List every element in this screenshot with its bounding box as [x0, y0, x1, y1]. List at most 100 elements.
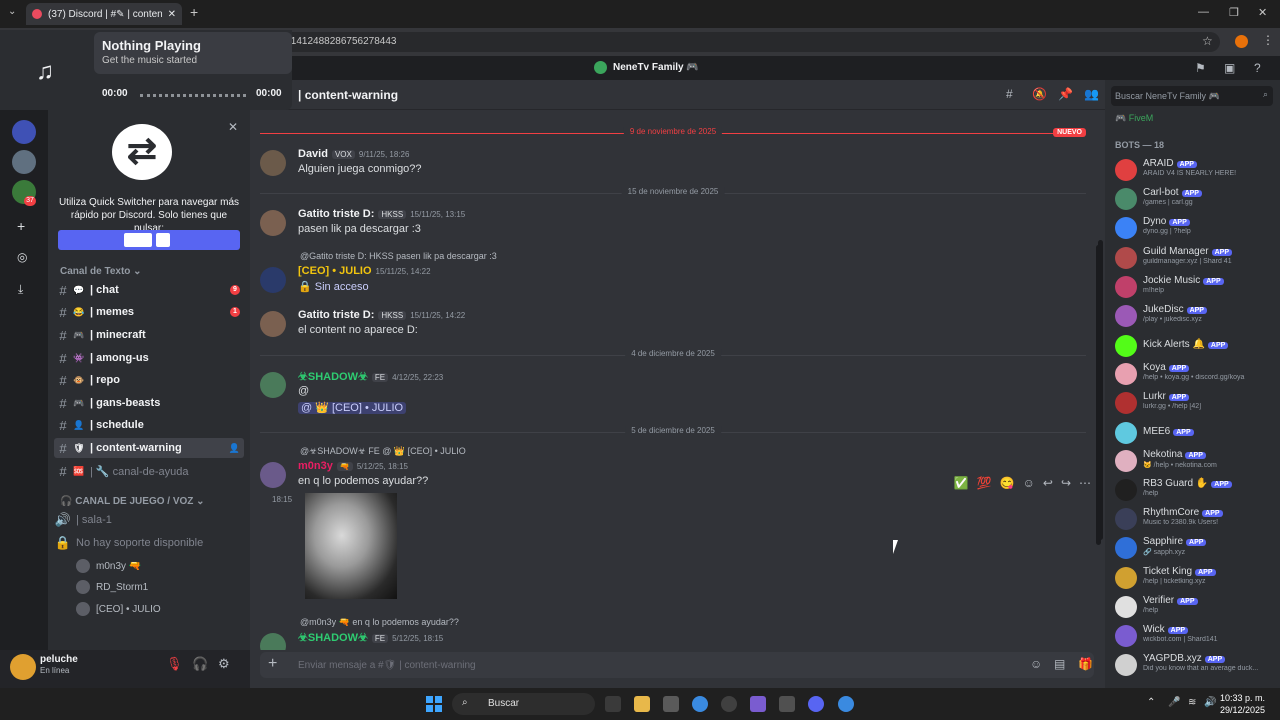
- avatar[interactable]: [260, 267, 286, 293]
- avatar[interactable]: [1115, 508, 1137, 530]
- minimize-icon[interactable]: —: [1198, 6, 1209, 18]
- mic-icon[interactable]: 🎤: [1168, 697, 1180, 708]
- avatar[interactable]: [260, 150, 286, 176]
- tab-menu-icon[interactable]: ⌄: [8, 6, 16, 17]
- image-attachment[interactable]: [305, 493, 397, 599]
- channel-content-warning[interactable]: # 🛡 | content-warning 👤: [54, 438, 244, 458]
- pin-icon[interactable]: 📌: [1058, 87, 1073, 101]
- avatar[interactable]: [1115, 654, 1137, 676]
- settings-gear-icon[interactable]: ⚙: [218, 656, 230, 672]
- author-name[interactable]: m0n3y: [298, 460, 333, 472]
- discover-icon[interactable]: ◎: [17, 250, 27, 264]
- author-name[interactable]: David: [298, 148, 328, 160]
- text-category[interactable]: Canal de Texto ⌄: [60, 266, 142, 277]
- author-name[interactable]: Gatito triste D:: [298, 208, 374, 220]
- reply-preview[interactable]: @Gatito triste D: HKSS pasen lik pa desc…: [300, 251, 497, 261]
- wifi-icon[interactable]: ≋: [1188, 697, 1196, 708]
- inbox-flag-icon[interactable]: ⚑: [1195, 61, 1206, 75]
- voice-user[interactable]: RD_Storm1: [76, 580, 148, 594]
- threads-icon[interactable]: #: [1006, 87, 1013, 101]
- channel-schedule[interactable]: # 👤 | schedule: [54, 415, 244, 435]
- avatar[interactable]: [1115, 596, 1137, 618]
- bot-member[interactable]: Jockie Music APP m!help: [1113, 274, 1278, 300]
- bot-member[interactable]: Carl-bot APP/games | carl.gg: [1113, 186, 1278, 212]
- channel-canal-de-ayuda[interactable]: # 🆘 | 🔧 canal-de-ayuda: [54, 461, 244, 481]
- author-name[interactable]: Gatito triste D:: [298, 309, 374, 321]
- reply-preview[interactable]: @m0n3y 🔫 en q lo podemos ayudar??: [300, 617, 459, 628]
- reply-preview[interactable]: @☣SHADOW☣ FE @ 👑 [CEO] • JULIO: [300, 446, 466, 457]
- download-icon[interactable]: ⤓: [18, 282, 23, 297]
- avatar[interactable]: [260, 311, 286, 337]
- bot-member[interactable]: RhythmCore APP Music to 2380.9k Users!: [1113, 506, 1278, 532]
- sticker-icon[interactable]: ☺: [1030, 657, 1042, 671]
- close-tab-icon[interactable]: ✕: [168, 9, 176, 20]
- attach-plus-icon[interactable]: +: [268, 655, 277, 673]
- bot-member[interactable]: Guild Manager APP guildmanager.xyz | Shard…: [1113, 245, 1278, 271]
- gift-icon[interactable]: 🎁: [1078, 657, 1093, 671]
- channel-repo[interactable]: # 🐵 | repo: [54, 370, 244, 390]
- bot-member[interactable]: Sapphire APP 🔗 sapph.xyz: [1113, 535, 1278, 561]
- voice-category[interactable]: 🎧 CANAL DE JUEGO / VOZ ⌄: [60, 496, 205, 507]
- bot-member[interactable]: ARAID APP ARAID V4 IS NEARLY HERE!: [1113, 157, 1278, 183]
- avatar[interactable]: [1115, 625, 1137, 647]
- search-input[interactable]: Buscar NeneTv Family 🎮 ⌕: [1111, 86, 1273, 106]
- bot-member[interactable]: JukeDisc APP/play • jukedisc.xyz: [1113, 303, 1278, 329]
- app-icon[interactable]: [779, 696, 795, 712]
- profile-avatar[interactable]: [1235, 35, 1248, 48]
- bot-member[interactable]: RB3 Guard ✋ APP/help: [1113, 477, 1278, 503]
- browser-tab[interactable]: (37) Discord | #✎ | content-wa ✕: [26, 3, 182, 25]
- channel-among-us[interactable]: # 👾 | among-us: [54, 348, 244, 368]
- member-list-icon[interactable]: 👥: [1084, 87, 1099, 101]
- bot-member[interactable]: Dyno APP dyno.gg | ?help: [1113, 215, 1278, 241]
- close-icon[interactable]: ✕: [228, 120, 238, 134]
- voice-channel-blocked[interactable]: 🔒 No hay soporte disponible: [54, 533, 244, 553]
- channel-chat[interactable]: # 💬 | chat 9: [54, 280, 244, 300]
- author-name[interactable]: ☣SHADOW☣: [298, 371, 368, 383]
- file-explorer-icon[interactable]: [634, 696, 650, 712]
- new-tab-icon[interactable]: +: [190, 4, 198, 20]
- channel-gans-beasts[interactable]: # 🎮 | gans-beasts: [54, 393, 244, 413]
- bot-member[interactable]: Ticket King APP/help | ticketking.xyz: [1113, 565, 1278, 591]
- avatar[interactable]: [1115, 217, 1137, 239]
- voice-channel-sala-1[interactable]: 🔊 | sala-1: [54, 510, 244, 530]
- avatar[interactable]: [1115, 363, 1137, 385]
- screen-icon[interactable]: ▣: [1224, 61, 1235, 75]
- task-view-icon[interactable]: [605, 696, 621, 712]
- server-icon-2[interactable]: [12, 150, 36, 174]
- notifications-icon[interactable]: 🔕: [1032, 87, 1047, 101]
- bot-member[interactable]: Wick APP wickbot.com | Shard141: [1113, 623, 1278, 649]
- taskbar-clock[interactable]: 10:33 p. m. 29/12/2025: [1220, 692, 1265, 716]
- voice-user[interactable]: m0n3y 🔫: [76, 559, 141, 573]
- avatar[interactable]: [1115, 188, 1137, 210]
- check-reaction-icon[interactable]: ✅: [954, 476, 969, 490]
- help-icon[interactable]: ?: [1254, 61, 1261, 75]
- reply-icon[interactable]: ↩: [1043, 476, 1053, 490]
- bot-member[interactable]: Lurkr APP lurkr.gg • /help [42]: [1113, 390, 1278, 416]
- bot-member[interactable]: Kick Alerts 🔔 APP: [1113, 333, 1278, 359]
- maximize-icon[interactable]: ❐: [1229, 6, 1239, 19]
- avatar[interactable]: [1115, 305, 1137, 327]
- taskbar-search[interactable]: ⌕ Buscar: [452, 693, 595, 715]
- bot-member[interactable]: Nekotina APP 🐱 /help • nekotina.com: [1113, 448, 1278, 474]
- music-progress-bar[interactable]: [140, 94, 246, 97]
- volume-icon[interactable]: 🔊: [1204, 697, 1216, 708]
- app-icon[interactable]: [721, 696, 737, 712]
- member-scrollbar[interactable]: [1098, 240, 1103, 540]
- close-window-icon[interactable]: ✕: [1258, 6, 1267, 19]
- avatar[interactable]: [260, 633, 286, 650]
- message-input[interactable]: + Enviar mensaje a #🛡 | content-warning …: [260, 652, 1094, 678]
- avatar[interactable]: [1115, 479, 1137, 501]
- quick-switcher-button[interactable]: [58, 230, 240, 250]
- tray-chevron-icon[interactable]: ⌃: [1147, 697, 1155, 708]
- hundred-reaction-icon[interactable]: 💯: [977, 476, 992, 490]
- avatar[interactable]: [260, 210, 286, 236]
- author-name[interactable]: [CEO] • JULIO: [298, 265, 372, 277]
- avatar[interactable]: [260, 462, 286, 488]
- bot-member[interactable]: Koya APP/help • koya.gg • discord.gg/koya: [1113, 361, 1278, 387]
- bookmark-star-icon[interactable]: ☆: [1202, 34, 1213, 48]
- add-reaction-icon[interactable]: ☺: [1023, 476, 1035, 490]
- avatar[interactable]: [1115, 335, 1137, 357]
- no-access-mention[interactable]: 🔒 Sin acceso: [298, 280, 369, 293]
- avatar[interactable]: [10, 654, 36, 680]
- app-icon[interactable]: [750, 696, 766, 712]
